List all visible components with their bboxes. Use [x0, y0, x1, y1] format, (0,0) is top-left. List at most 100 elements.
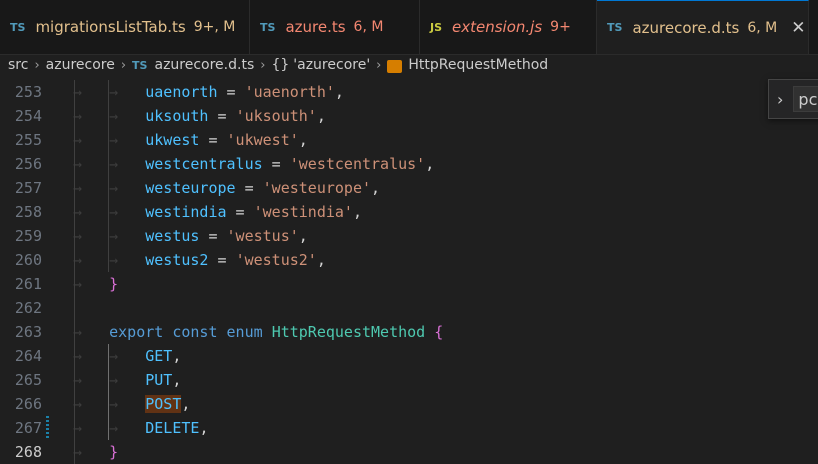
breadcrumb-item-azurecore-folder[interactable]: azurecore	[46, 57, 115, 73]
code-token: =	[199, 227, 227, 245]
whitespace-marker: →	[73, 443, 110, 461]
indent-guide	[108, 176, 110, 200]
code-token: ,	[316, 251, 326, 269]
line-number: 257	[14, 179, 42, 197]
indent-guide	[108, 368, 110, 392]
tab-azurecore-d[interactable]: TS azurecore.d.ts 6, M ✕	[597, 0, 809, 54]
code-line[interactable]: 261 → }	[0, 272, 818, 296]
code-token: ,	[298, 227, 308, 245]
code-text: → → westus2 = 'westus2',	[73, 248, 326, 272]
tab-status: 6, M	[747, 19, 778, 36]
indent-guide	[73, 200, 75, 224]
breadcrumb-item-src[interactable]: src	[8, 57, 28, 73]
code-token: }	[109, 443, 119, 461]
indent-guide	[73, 272, 75, 296]
code-line[interactable]: 256 → → westcentralus = 'westcentralus',	[0, 152, 818, 176]
tab-label: extension.js	[452, 18, 543, 36]
close-icon[interactable]: ✕	[791, 18, 805, 38]
code-token: PUT	[145, 371, 173, 389]
code-token: westcentralus	[145, 155, 263, 173]
code-token: ,	[371, 179, 381, 197]
code-token: GET	[145, 347, 173, 365]
code-text: → → uaenorth = 'uaenorth',	[73, 80, 344, 104]
code-line[interactable]: 258 → → westindia = 'westindia',	[0, 200, 818, 224]
indent-guide	[108, 392, 110, 416]
code-token: westindia	[145, 203, 227, 221]
code-token: =	[226, 203, 254, 221]
line-number: 262	[14, 299, 42, 317]
breadcrumb-item-namespace[interactable]: 'azurecore'	[293, 57, 370, 73]
tab-extension[interactable]: JS extension.js 9+	[420, 0, 597, 54]
code-line[interactable]: 267 → → DELETE,	[0, 416, 818, 440]
indent-guide	[108, 224, 110, 248]
code-token: POST	[145, 395, 182, 413]
code-text: → export const enum HttpRequestMethod {	[73, 320, 443, 344]
chevron-right-icon: ›	[34, 57, 40, 73]
breadcrumb-item-file[interactable]: azurecore.d.ts	[154, 57, 254, 73]
code-editor[interactable]: 253 → → uaenorth = 'uaenorth', 254 → → ukso…	[0, 78, 818, 464]
line-number: 259	[14, 227, 42, 245]
find-input[interactable]: pc	[793, 86, 818, 112]
indent-guide	[108, 248, 110, 272]
code-text: → → DELETE,	[73, 416, 208, 440]
code-line[interactable]: 265 → → PUT,	[0, 368, 818, 392]
breadcrumb-item-symbol[interactable]: HttpRequestMethod	[408, 57, 548, 73]
indent-guide	[108, 344, 110, 368]
tab-migrationslisttab[interactable]: TS migrationsListTab.ts 9+, M	[0, 0, 250, 54]
line-number: 266	[14, 395, 42, 413]
code-token: ,	[172, 371, 182, 389]
line-number: 264	[14, 347, 42, 365]
chevron-right-icon: ›	[120, 57, 127, 73]
code-token: ,	[172, 347, 182, 365]
code-line[interactable]: 254 → → uksouth = 'uksouth',	[0, 104, 818, 128]
code-line[interactable]: 259 → → westus = 'westus',	[0, 224, 818, 248]
indent-guide	[73, 128, 75, 152]
tab-status: 9+	[550, 19, 571, 35]
code-line[interactable]: 263 → export const enum HttpRequestMethod…	[0, 320, 818, 344]
code-line[interactable]: 255 → → ukwest = 'ukwest',	[0, 128, 818, 152]
code-token: westeurope	[145, 179, 236, 197]
code-line[interactable]: 266 → → POST,	[0, 392, 818, 416]
code-token: 'westus'	[226, 227, 299, 245]
code-token: ,	[316, 107, 326, 125]
code-token: HttpRequestMethod	[271, 323, 426, 341]
code-token: 'westeurope'	[262, 179, 372, 197]
code-text: → → westcentralus = 'westcentralus',	[73, 152, 434, 176]
code-token: 'ukwest'	[226, 131, 299, 149]
tab-bar: TS migrationsListTab.ts 9+, M TS azure.t…	[0, 0, 818, 55]
code-token: =	[235, 179, 263, 197]
code-line[interactable]: 264 → → GET,	[0, 344, 818, 368]
code-token: 'uksouth'	[235, 107, 317, 125]
modified-line-indicator[interactable]	[46, 416, 49, 440]
code-line[interactable]: 260 → → westus2 = 'westus2',	[0, 248, 818, 272]
code-line[interactable]: 268 → }	[0, 440, 818, 464]
code-line[interactable]: 253 → → uaenorth = 'uaenorth',	[0, 80, 818, 104]
indent-guide	[73, 80, 75, 104]
enum-icon	[387, 59, 403, 73]
tab-label: migrationsListTab.ts	[35, 18, 186, 36]
indent-guide	[73, 392, 75, 416]
code-token: uaenorth	[145, 83, 218, 101]
code-line[interactable]: 257 → → westeurope = 'westeurope',	[0, 176, 818, 200]
chevron-right-icon[interactable]: ›	[777, 90, 783, 109]
chevron-right-icon: ›	[260, 57, 266, 73]
code-text: → → westeurope = 'westeurope',	[73, 176, 380, 200]
typescript-icon: TS	[10, 20, 26, 34]
indent-guide	[73, 320, 75, 344]
line-number: 263	[14, 323, 42, 341]
code-token: =	[199, 131, 227, 149]
indent-guide	[73, 104, 75, 128]
indent-guide	[73, 440, 75, 464]
code-line[interactable]: 262	[0, 296, 818, 320]
code-token: ,	[334, 83, 344, 101]
whitespace-marker: →	[73, 323, 110, 341]
code-text: → }	[73, 272, 118, 296]
line-number: 267	[14, 419, 42, 437]
tab-status: 9+, M	[193, 19, 236, 35]
code-text: → → GET,	[73, 344, 181, 368]
code-token: ,	[425, 155, 435, 173]
line-number: 256	[14, 155, 42, 173]
indent-guide	[73, 344, 75, 368]
tab-azure[interactable]: TS azure.ts 6, M	[250, 0, 420, 54]
